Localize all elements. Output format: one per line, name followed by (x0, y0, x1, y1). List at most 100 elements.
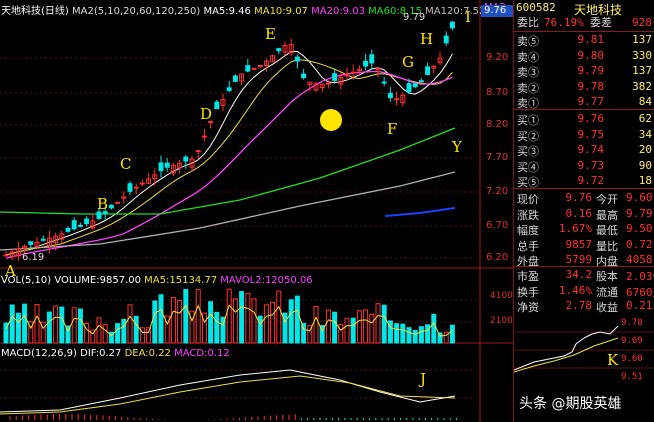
vol-ma5-value: MA5:15134.77 (144, 275, 218, 286)
candle-body (443, 35, 449, 44)
volume-bar (9, 304, 15, 344)
volume-bar (350, 317, 356, 344)
diff-label: 委差 (590, 16, 612, 29)
panel-divider (514, 188, 654, 189)
order-row: 买③ 9.74 20 (514, 143, 654, 158)
volume-bar (294, 295, 300, 344)
candle-body (71, 220, 77, 230)
order-label: 买④ (517, 160, 539, 174)
diff-value: 928 (632, 16, 652, 29)
chart-title: 天地科技(日线) (1, 6, 69, 17)
annotation-letter: I (465, 8, 471, 26)
volume-bar (133, 315, 139, 344)
order-row: 卖④ 9.80 330 (514, 48, 654, 64)
order-price: 9.76 (577, 112, 605, 125)
candle-body (387, 92, 393, 99)
candle-body (232, 75, 238, 82)
panel-divider (514, 109, 654, 110)
stat-label: 涨跌 (517, 208, 539, 222)
volume-bar (412, 330, 418, 344)
macd-title: MACD(12,26,9) (1, 348, 77, 359)
stat-label: 最高 (596, 208, 618, 222)
candle-body (201, 135, 207, 138)
volume-bar (183, 288, 189, 344)
order-volume: 137 (632, 33, 652, 46)
annotation-letter: A (5, 262, 16, 280)
volume-bar (257, 315, 263, 344)
candle-body (108, 204, 114, 209)
order-volume: 84 (638, 95, 652, 108)
candle-body (127, 183, 133, 192)
stat-value: 6760万 (626, 285, 654, 299)
candle-body (406, 83, 412, 93)
stat-label: 流通 (596, 285, 618, 299)
annotation-letter: C (120, 155, 132, 173)
candle-body (115, 201, 121, 204)
candle-body (375, 67, 381, 70)
annotation-letter: D (200, 105, 213, 123)
order-price: 9.80 (577, 48, 605, 62)
ma10-value: MA10:9.07 (254, 6, 308, 17)
candle-body (418, 80, 424, 83)
annotation-letter: F (387, 120, 398, 138)
volume-bar (208, 301, 214, 344)
annotation-letter: Y (452, 138, 462, 156)
mini-axis-label: 9.69 (621, 336, 643, 346)
stat-row: 现价 9.76 今开 9.60 (514, 191, 654, 206)
stat-label: 现价 (517, 193, 539, 206)
volume-bar (431, 313, 437, 344)
candle-body (276, 48, 282, 52)
mini-axis-label: 9.60 (621, 354, 643, 364)
candle-body (251, 67, 257, 70)
candle-body (65, 227, 71, 232)
candle-body (28, 241, 34, 245)
candle-body (139, 182, 145, 185)
order-volume: 382 (632, 79, 652, 93)
candle-body (425, 66, 431, 76)
volume-bar (15, 312, 21, 344)
stat-row: 幅度 1.67% 最低 9.50 (514, 222, 654, 237)
stat-row: 涨跌 0.16 最高 9.79 (514, 206, 654, 222)
macd-value: MACD:0.12 (174, 348, 230, 359)
stat-row: 净资 2.78 收益 0.21 (514, 299, 654, 314)
order-label: 买③ (517, 145, 539, 158)
volume-bar (239, 291, 245, 344)
volume-value: VOLUME:9857.00 (54, 275, 141, 286)
watermark: 头条 @期股英雄 (519, 396, 622, 412)
stat-value: 9.76 (565, 191, 593, 204)
candle-body (394, 98, 400, 101)
panel-divider (514, 31, 654, 32)
order-row: 卖① 9.77 84 (514, 95, 654, 110)
order-row: 卖③ 9.79 137 (514, 64, 654, 79)
dea-value: DEA:0.22 (124, 348, 171, 359)
candle-body (332, 73, 338, 81)
volume-bar (46, 311, 52, 344)
order-price: 9.74 (577, 143, 605, 156)
order-volume: 137 (632, 64, 652, 77)
stat-row: 外盘 5799 内盘 4058 (514, 253, 654, 268)
low-price-label: 6.19 (22, 252, 45, 263)
volume-bar (449, 324, 455, 344)
annotation-letter: B (97, 195, 109, 213)
candle-body (183, 156, 189, 162)
volume-bar (400, 323, 406, 344)
annotation-letter: G (402, 53, 414, 71)
order-volume: 62 (638, 112, 652, 125)
order-row: 买① 9.76 62 (514, 112, 654, 127)
annotation-letter: E (265, 25, 276, 43)
volume-bar (152, 300, 158, 344)
order-price: 9.75 (577, 127, 605, 141)
stat-label: 今开 (596, 193, 618, 206)
mavol2-value: MAVOL2:12050.06 (220, 275, 313, 286)
ratio-label: 委比 (517, 16, 539, 29)
dif-value: DIF:0.27 (80, 348, 122, 359)
stat-label: 市盈 (517, 270, 539, 283)
quote-panel: 600582 天地科技 委比 76.19% 委差 928 卖⑤ 9.81 137 卖④… (513, 0, 654, 422)
stat-value: 5799 (565, 253, 593, 266)
ma5-value: MA5:9.46 (203, 6, 251, 17)
mini-axis-label: 9.51 (621, 372, 643, 382)
candle-body (412, 83, 418, 88)
stat-value: 0.16 (565, 206, 593, 220)
order-price: 9.79 (577, 64, 605, 77)
volume-bar (22, 303, 28, 344)
